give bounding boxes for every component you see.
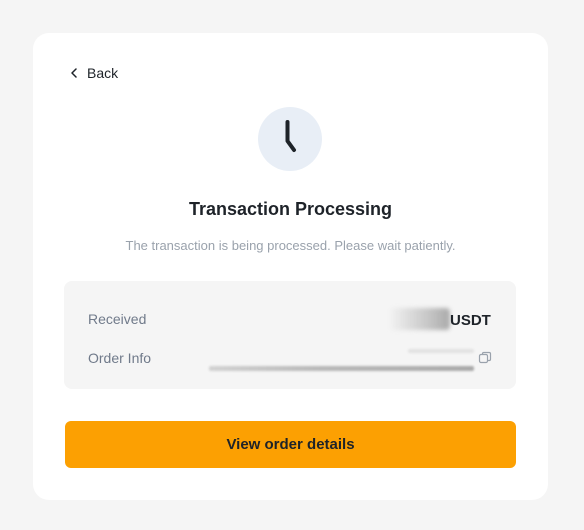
chevron-left-icon (69, 68, 79, 78)
status-title: Transaction Processing (188, 199, 393, 219)
received-amount-redacted (390, 308, 450, 330)
received-label: Received (88, 311, 147, 327)
back-button[interactable]: Back (69, 65, 118, 81)
order-info-label: Order Info (88, 350, 152, 366)
back-label: Back (87, 65, 119, 81)
order-id-redacted (209, 366, 474, 371)
order-id-redacted-top (408, 349, 474, 353)
clock-icon (258, 107, 322, 171)
copy-icon[interactable] (478, 351, 492, 365)
transaction-status-card: Back Transaction Processing The transact… (33, 33, 548, 500)
status-subtitle: The transaction is being processed. Plea… (125, 238, 456, 253)
view-order-details-button[interactable]: View order details (65, 421, 516, 468)
transaction-details-panel: Received USDT Order Info (64, 281, 516, 389)
received-currency: USDT (450, 312, 491, 329)
